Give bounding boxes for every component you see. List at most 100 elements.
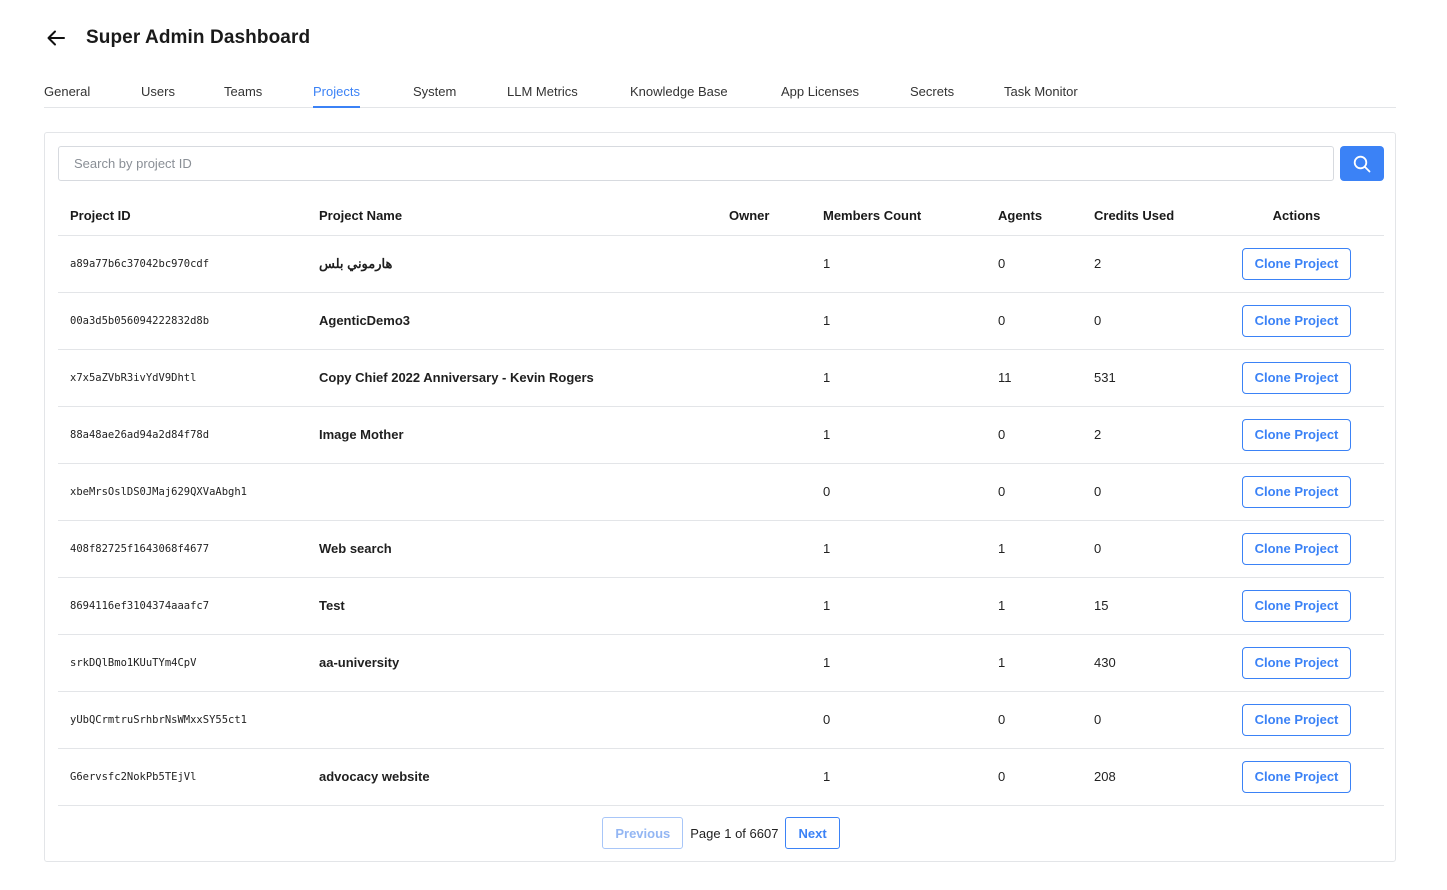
members-count-cell: 1 — [823, 520, 998, 578]
owner-cell — [729, 235, 823, 293]
tab-llm-metrics[interactable]: LLM Metrics — [507, 84, 578, 108]
page-indicator: Page 1 of 6607 — [690, 825, 779, 841]
agents-cell: 0 — [998, 235, 1094, 293]
column-header-project-name: Project Name — [319, 197, 729, 236]
members-count-cell: 1 — [823, 292, 998, 350]
table-row: yUbQCrmtruSrhbrNsWMxxSY55ct1 0 0 0 Clone… — [58, 691, 1384, 749]
clone-project-button[interactable]: Clone Project — [1242, 418, 1351, 451]
column-header-members-count: Members Count — [823, 197, 998, 236]
search-button[interactable] — [1340, 146, 1384, 181]
tab-teams[interactable]: Teams — [224, 84, 262, 108]
owner-cell — [729, 349, 823, 407]
clone-project-button[interactable]: Clone Project — [1242, 760, 1351, 793]
owner-cell — [729, 634, 823, 692]
table-row: xbeMrsOslDS0JMaj629QXVaAbgh1 0 0 0 Clone… — [58, 463, 1384, 521]
members-count-cell: 1 — [823, 406, 998, 464]
owner-cell — [729, 748, 823, 806]
agents-cell: 0 — [998, 292, 1094, 350]
tab-projects[interactable]: Projects — [313, 84, 360, 108]
agents-cell: 1 — [998, 634, 1094, 692]
actions-cell: Clone Project — [1209, 406, 1384, 464]
previous-page-button[interactable]: Previous — [602, 817, 684, 849]
search-icon — [1353, 155, 1371, 172]
credits-used-cell: 531 — [1094, 349, 1209, 407]
table-row: x7x5aZVbR3ivYdV9Dhtl Copy Chief 2022 Ann… — [58, 349, 1384, 407]
members-count-cell: 0 — [823, 463, 998, 521]
clone-project-button[interactable]: Clone Project — [1242, 247, 1351, 280]
project-id-cell: 00a3d5b056094222832d8b — [58, 292, 319, 350]
project-id-cell: 88a48ae26ad94a2d84f78d — [58, 406, 319, 464]
credits-used-cell: 0 — [1094, 691, 1209, 749]
project-name-cell: Web search — [319, 520, 729, 578]
tab-users[interactable]: Users — [141, 84, 175, 108]
actions-cell: Clone Project — [1209, 691, 1384, 749]
project-name-cell: aa-university — [319, 634, 729, 692]
table-row: 408f82725f1643068f4677 Web search 1 1 0 … — [58, 520, 1384, 578]
actions-cell: Clone Project — [1209, 235, 1384, 293]
table-header-row: Project ID Project Name Owner Members Co… — [58, 197, 1384, 236]
project-id-cell: 408f82725f1643068f4677 — [58, 520, 319, 578]
members-count-cell: 0 — [823, 691, 998, 749]
credits-used-cell: 430 — [1094, 634, 1209, 692]
tab-general[interactable]: General — [44, 84, 90, 108]
project-name-cell: Test — [319, 577, 729, 635]
clone-project-button[interactable]: Clone Project — [1242, 532, 1351, 565]
credits-used-cell: 0 — [1094, 520, 1209, 578]
agents-cell: 11 — [998, 349, 1094, 407]
page-title: Super Admin Dashboard — [86, 27, 311, 48]
project-id-cell: G6ervsfc2NokPb5TEjVl — [58, 748, 319, 806]
column-header-owner: Owner — [729, 197, 823, 236]
project-id-cell: yUbQCrmtruSrhbrNsWMxxSY55ct1 — [58, 691, 319, 749]
project-id-cell: a89a77b6c37042bc970cdf — [58, 235, 319, 293]
project-name-cell: Image Mother — [319, 406, 729, 464]
tab-app-licenses[interactable]: App Licenses — [781, 84, 859, 108]
clone-project-button[interactable]: Clone Project — [1242, 361, 1351, 394]
column-header-actions: Actions — [1209, 197, 1384, 236]
next-page-button[interactable]: Next — [785, 817, 840, 849]
clone-project-button[interactable]: Clone Project — [1242, 703, 1351, 736]
credits-used-cell: 0 — [1094, 463, 1209, 521]
members-count-cell: 1 — [823, 577, 998, 635]
project-name-cell: Copy Chief 2022 Anniversary - Kevin Roge… — [319, 349, 729, 407]
owner-cell — [729, 691, 823, 749]
clone-project-button[interactable]: Clone Project — [1242, 589, 1351, 622]
agents-cell: 0 — [998, 406, 1094, 464]
agents-cell: 1 — [998, 520, 1094, 578]
clone-project-button[interactable]: Clone Project — [1242, 646, 1351, 679]
table-row: G6ervsfc2NokPb5TEjVl advocacy website 1 … — [58, 748, 1384, 806]
agents-cell: 0 — [998, 748, 1094, 806]
members-count-cell: 1 — [823, 349, 998, 407]
tab-task-monitor[interactable]: Task Monitor — [1004, 84, 1078, 108]
actions-cell: Clone Project — [1209, 520, 1384, 578]
credits-used-cell: 2 — [1094, 235, 1209, 293]
tab-system[interactable]: System — [413, 84, 456, 108]
agents-cell: 0 — [998, 463, 1094, 521]
project-name-cell — [319, 691, 729, 749]
search-input[interactable] — [58, 146, 1334, 181]
column-header-project-id: Project ID — [58, 197, 319, 236]
clone-project-button[interactable]: Clone Project — [1242, 475, 1351, 508]
tab-bar: General Users Teams Projects System LLM … — [44, 78, 1396, 108]
owner-cell — [729, 406, 823, 464]
tab-secrets[interactable]: Secrets — [910, 84, 954, 108]
project-id-cell: 8694116ef3104374aaafc7 — [58, 577, 319, 635]
pagination: Previous Page 1 of 6607 Next — [45, 817, 1397, 849]
actions-cell: Clone Project — [1209, 463, 1384, 521]
project-id-cell: x7x5aZVbR3ivYdV9Dhtl — [58, 349, 319, 407]
arrow-left-icon — [47, 30, 65, 46]
tab-knowledge-base[interactable]: Knowledge Base — [630, 84, 728, 108]
owner-cell — [729, 577, 823, 635]
owner-cell — [729, 463, 823, 521]
owner-cell — [729, 520, 823, 578]
project-name-cell: هارموني بلس — [319, 235, 729, 293]
back-button[interactable] — [44, 26, 68, 50]
actions-cell: Clone Project — [1209, 349, 1384, 407]
actions-cell: Clone Project — [1209, 292, 1384, 350]
owner-cell — [729, 292, 823, 350]
clone-project-button[interactable]: Clone Project — [1242, 304, 1351, 337]
table-row: srkDQlBmo1KUuTYm4CpV aa-university 1 1 4… — [58, 634, 1384, 692]
projects-table: Project ID Project Name Owner Members Co… — [58, 197, 1384, 806]
credits-used-cell: 0 — [1094, 292, 1209, 350]
credits-used-cell: 15 — [1094, 577, 1209, 635]
project-id-cell: srkDQlBmo1KUuTYm4CpV — [58, 634, 319, 692]
